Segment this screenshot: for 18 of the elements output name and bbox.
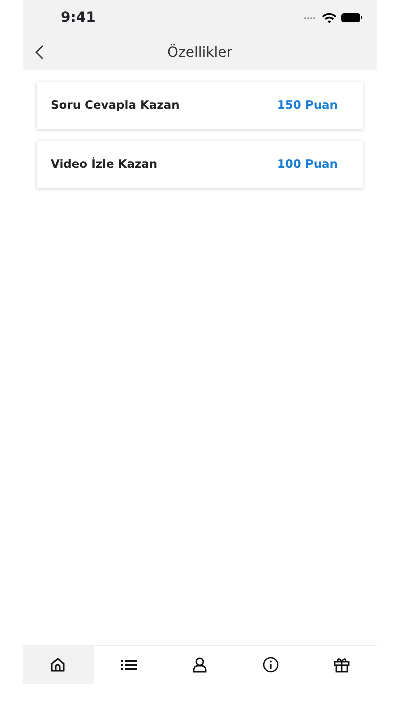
feature-card[interactable]: Soru Cevapla Kazan 150 Puan — [37, 82, 363, 129]
user-icon — [192, 657, 208, 673]
signal-icon — [304, 16, 318, 20]
feature-card[interactable]: Video İzle Kazan 100 Puan — [37, 141, 363, 188]
feature-title: Video İzle Kazan — [51, 156, 158, 173]
page-title: Özellikler — [167, 43, 233, 62]
points-label: 100 Puan — [277, 156, 338, 173]
gift-icon — [334, 657, 350, 673]
feature-title: Soru Cevapla Kazan — [51, 96, 180, 114]
info-icon — [262, 657, 279, 673]
back-icon[interactable] — [35, 45, 44, 60]
battery-icon — [341, 13, 363, 23]
points-label: 150 Puan — [277, 96, 338, 114]
menu-icon — [121, 657, 138, 673]
tab-button[interactable] — [23, 646, 94, 684]
home-icon — [50, 657, 66, 673]
status-time: 9:41 — [61, 8, 96, 28]
wifi-icon — [322, 12, 337, 24]
